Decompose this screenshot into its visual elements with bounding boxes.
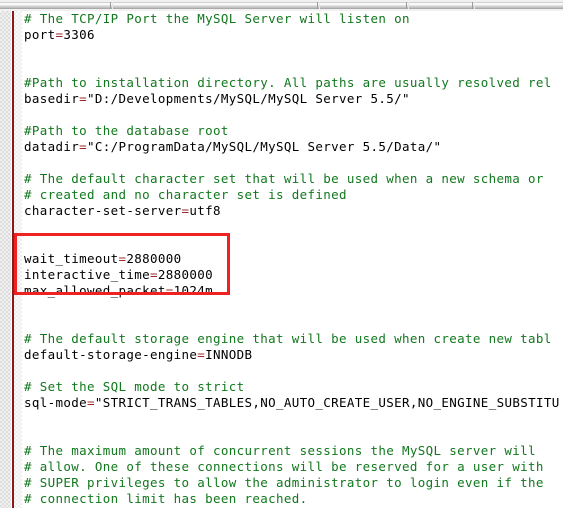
- code-line[interactable]: datadir="C:/ProgramData/MySQL/MySQL Serv…: [22, 139, 563, 155]
- code-line[interactable]: [22, 315, 563, 331]
- assignment-operator: =: [150, 267, 158, 282]
- scrollbar-tick: [317, 2, 318, 9]
- code-line[interactable]: interactive_time=2880000: [22, 267, 563, 283]
- code-line[interactable]: sql-mode="STRICT_TRANS_TABLES,NO_AUTO_CR…: [22, 395, 563, 411]
- code-line[interactable]: #Path to installation directory. All pat…: [22, 75, 563, 91]
- assignment-operator: =: [87, 395, 95, 410]
- fold-margin-stripe: [14, 11, 22, 508]
- code-line[interactable]: [22, 219, 563, 235]
- assignment-operator: =: [165, 283, 174, 298]
- code-line[interactable]: # connection limit has been reached.: [22, 491, 563, 507]
- scrollbar-track[interactable]: [0, 2, 563, 9]
- code-line[interactable]: basedir="D:/Developments/MySQL/MySQL Ser…: [22, 91, 563, 107]
- assignment-operator: =: [181, 203, 190, 218]
- assignment-operator: =: [118, 251, 127, 266]
- code-line[interactable]: # The default character set that will be…: [22, 171, 563, 187]
- code-line[interactable]: [22, 427, 563, 443]
- scrollbar-tick: [110, 2, 111, 9]
- code-line[interactable]: wait_timeout=2880000: [22, 251, 563, 267]
- code-line[interactable]: [22, 299, 563, 315]
- code-line[interactable]: [22, 59, 563, 75]
- assignment-operator: =: [79, 139, 88, 154]
- assignment-operator: =: [197, 347, 206, 362]
- scrollbar-tick: [406, 2, 407, 9]
- assignment-operator: =: [55, 27, 64, 42]
- code-line[interactable]: [22, 155, 563, 171]
- assignment-operator: =: [79, 91, 88, 106]
- code-line[interactable]: [22, 411, 563, 427]
- code-line[interactable]: [22, 107, 563, 123]
- code-line[interactable]: # The TCP/IP Port the MySQL Server will …: [22, 11, 563, 27]
- code-line[interactable]: port=3306: [22, 27, 563, 43]
- code-line[interactable]: # SUPER privileges to allow the administ…: [22, 475, 563, 491]
- horizontal-scrollbar[interactable]: [0, 0, 563, 11]
- code-line[interactable]: [22, 43, 563, 59]
- code-line[interactable]: [22, 235, 563, 251]
- code-line[interactable]: [22, 363, 563, 379]
- code-line[interactable]: default-storage-engine=INNODB: [22, 347, 563, 363]
- code-line[interactable]: # created and no character set is define…: [22, 187, 563, 203]
- editor-body[interactable]: # The TCP/IP Port the MySQL Server will …: [0, 11, 563, 508]
- code-line[interactable]: max_allowed_packet=1024m: [22, 283, 563, 299]
- code-line[interactable]: character-set-server=utf8: [22, 203, 563, 219]
- code-text-area[interactable]: # The TCP/IP Port the MySQL Server will …: [22, 11, 563, 508]
- scrollbar-tick: [472, 2, 473, 9]
- code-line[interactable]: #Path to the database root: [22, 123, 563, 139]
- code-line[interactable]: # The default storage engine that will b…: [22, 331, 563, 347]
- editor-window: # The TCP/IP Port the MySQL Server will …: [0, 0, 563, 508]
- code-line[interactable]: # The maximum amount of concurrent sessi…: [22, 443, 563, 459]
- code-line[interactable]: # Set the SQL mode to strict: [22, 379, 563, 395]
- bookmark-margin[interactable]: [0, 11, 11, 508]
- code-line[interactable]: # allow. One of these connections will b…: [22, 459, 563, 475]
